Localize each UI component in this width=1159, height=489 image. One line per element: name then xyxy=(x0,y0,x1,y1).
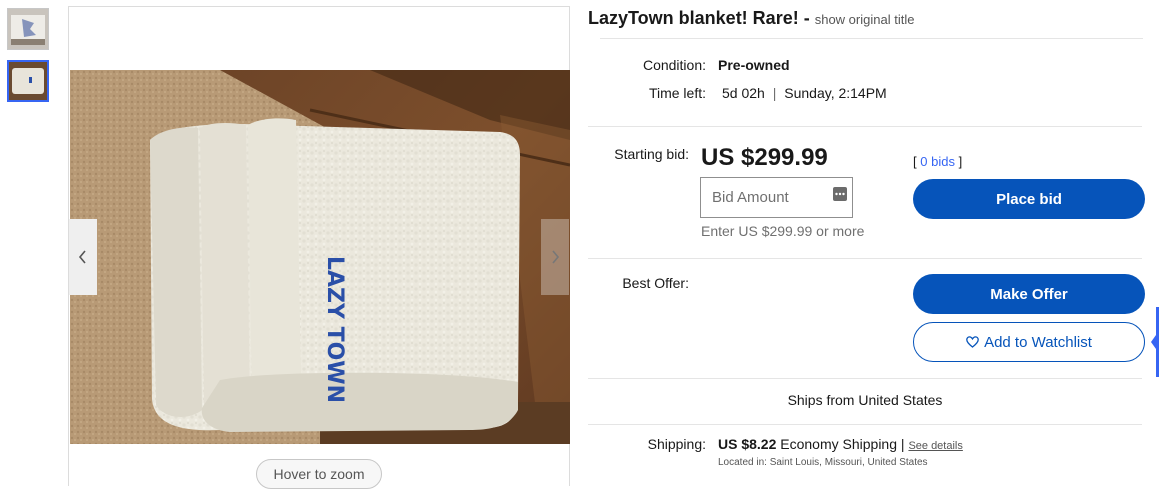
previous-image-button[interactable] xyxy=(69,219,97,295)
time-left-separator: | xyxy=(772,85,777,101)
shipping-price: US $8.22 xyxy=(718,436,777,452)
hover-to-zoom-hint: Hover to zoom xyxy=(256,459,382,489)
starting-bid-price: US $299.99 xyxy=(701,144,828,171)
bid-amount-input[interactable] xyxy=(700,177,853,218)
make-offer-button[interactable]: Make Offer xyxy=(913,274,1145,314)
add-to-watchlist-button[interactable]: Add to Watchlist xyxy=(913,322,1145,362)
divider-top xyxy=(600,38,1143,39)
thumbnail-2[interactable] xyxy=(7,60,49,102)
time-left-duration: 5d 02h xyxy=(722,85,765,101)
chevron-left-icon xyxy=(78,250,86,264)
heart-icon xyxy=(966,336,979,348)
watchlist-label: Add to Watchlist xyxy=(984,333,1092,351)
see-details-link[interactable]: See details xyxy=(908,440,962,452)
starting-bid-label: Starting bid: xyxy=(614,146,689,162)
next-image-button[interactable] xyxy=(541,219,569,295)
bid-hint: Enter US $299.99 or more xyxy=(701,223,865,239)
bids-link[interactable]: 0 bids xyxy=(920,154,955,169)
listing-title-text: LazyTown blanket! Rare! - xyxy=(588,8,810,28)
bids-close-bracket: ] xyxy=(958,154,963,169)
shipping-value: US $8.22 Economy Shipping | See details xyxy=(718,436,963,452)
chevron-right-icon xyxy=(552,250,560,264)
condition-label: Condition: xyxy=(642,57,706,73)
shipping-label: Shipping: xyxy=(647,436,706,452)
shipping-separator: | xyxy=(900,436,905,452)
condition-value: Pre-owned xyxy=(718,57,790,73)
bids-count: [ 0 bids ] xyxy=(913,154,962,169)
lazytown-logo: LAZY TOWN xyxy=(322,256,347,403)
logo-text: LAZY TOWN xyxy=(322,256,347,403)
item-location: Located in: Saint Louis, Missouri, Unite… xyxy=(718,457,928,468)
feedback-tab[interactable] xyxy=(1151,307,1159,377)
time-left-value: 5d 02h | Sunday, 2:14PM xyxy=(722,85,887,101)
ships-from: Ships from United States xyxy=(787,392,943,408)
end-time: Sunday, 2:14PM xyxy=(784,85,887,101)
shipping-method: Economy Shipping xyxy=(780,436,898,452)
divider-offer xyxy=(588,258,1142,259)
place-bid-button[interactable]: Place bid xyxy=(913,179,1145,219)
best-offer-label: Best Offer: xyxy=(622,275,689,291)
listing-title: LazyTown blanket! Rare! - show original … xyxy=(588,8,914,29)
bids-open-bracket: [ xyxy=(913,154,917,169)
thumbnail-1-image xyxy=(8,9,48,49)
thumbnail-1[interactable] xyxy=(7,8,49,50)
divider-ships xyxy=(588,378,1142,379)
image-gallery: LAZY TOWN Hover to zoom xyxy=(68,6,570,489)
divider-shipping xyxy=(588,424,1142,425)
thumbnail-2-image xyxy=(9,62,47,100)
main-product-image[interactable]: LAZY TOWN xyxy=(70,70,570,444)
keyboard-icon[interactable] xyxy=(833,187,847,201)
time-left-label: Time left: xyxy=(648,85,706,101)
show-original-title-link[interactable]: show original title xyxy=(815,12,915,27)
divider-bid xyxy=(588,126,1142,127)
blanket-photo: LAZY TOWN xyxy=(70,70,570,444)
